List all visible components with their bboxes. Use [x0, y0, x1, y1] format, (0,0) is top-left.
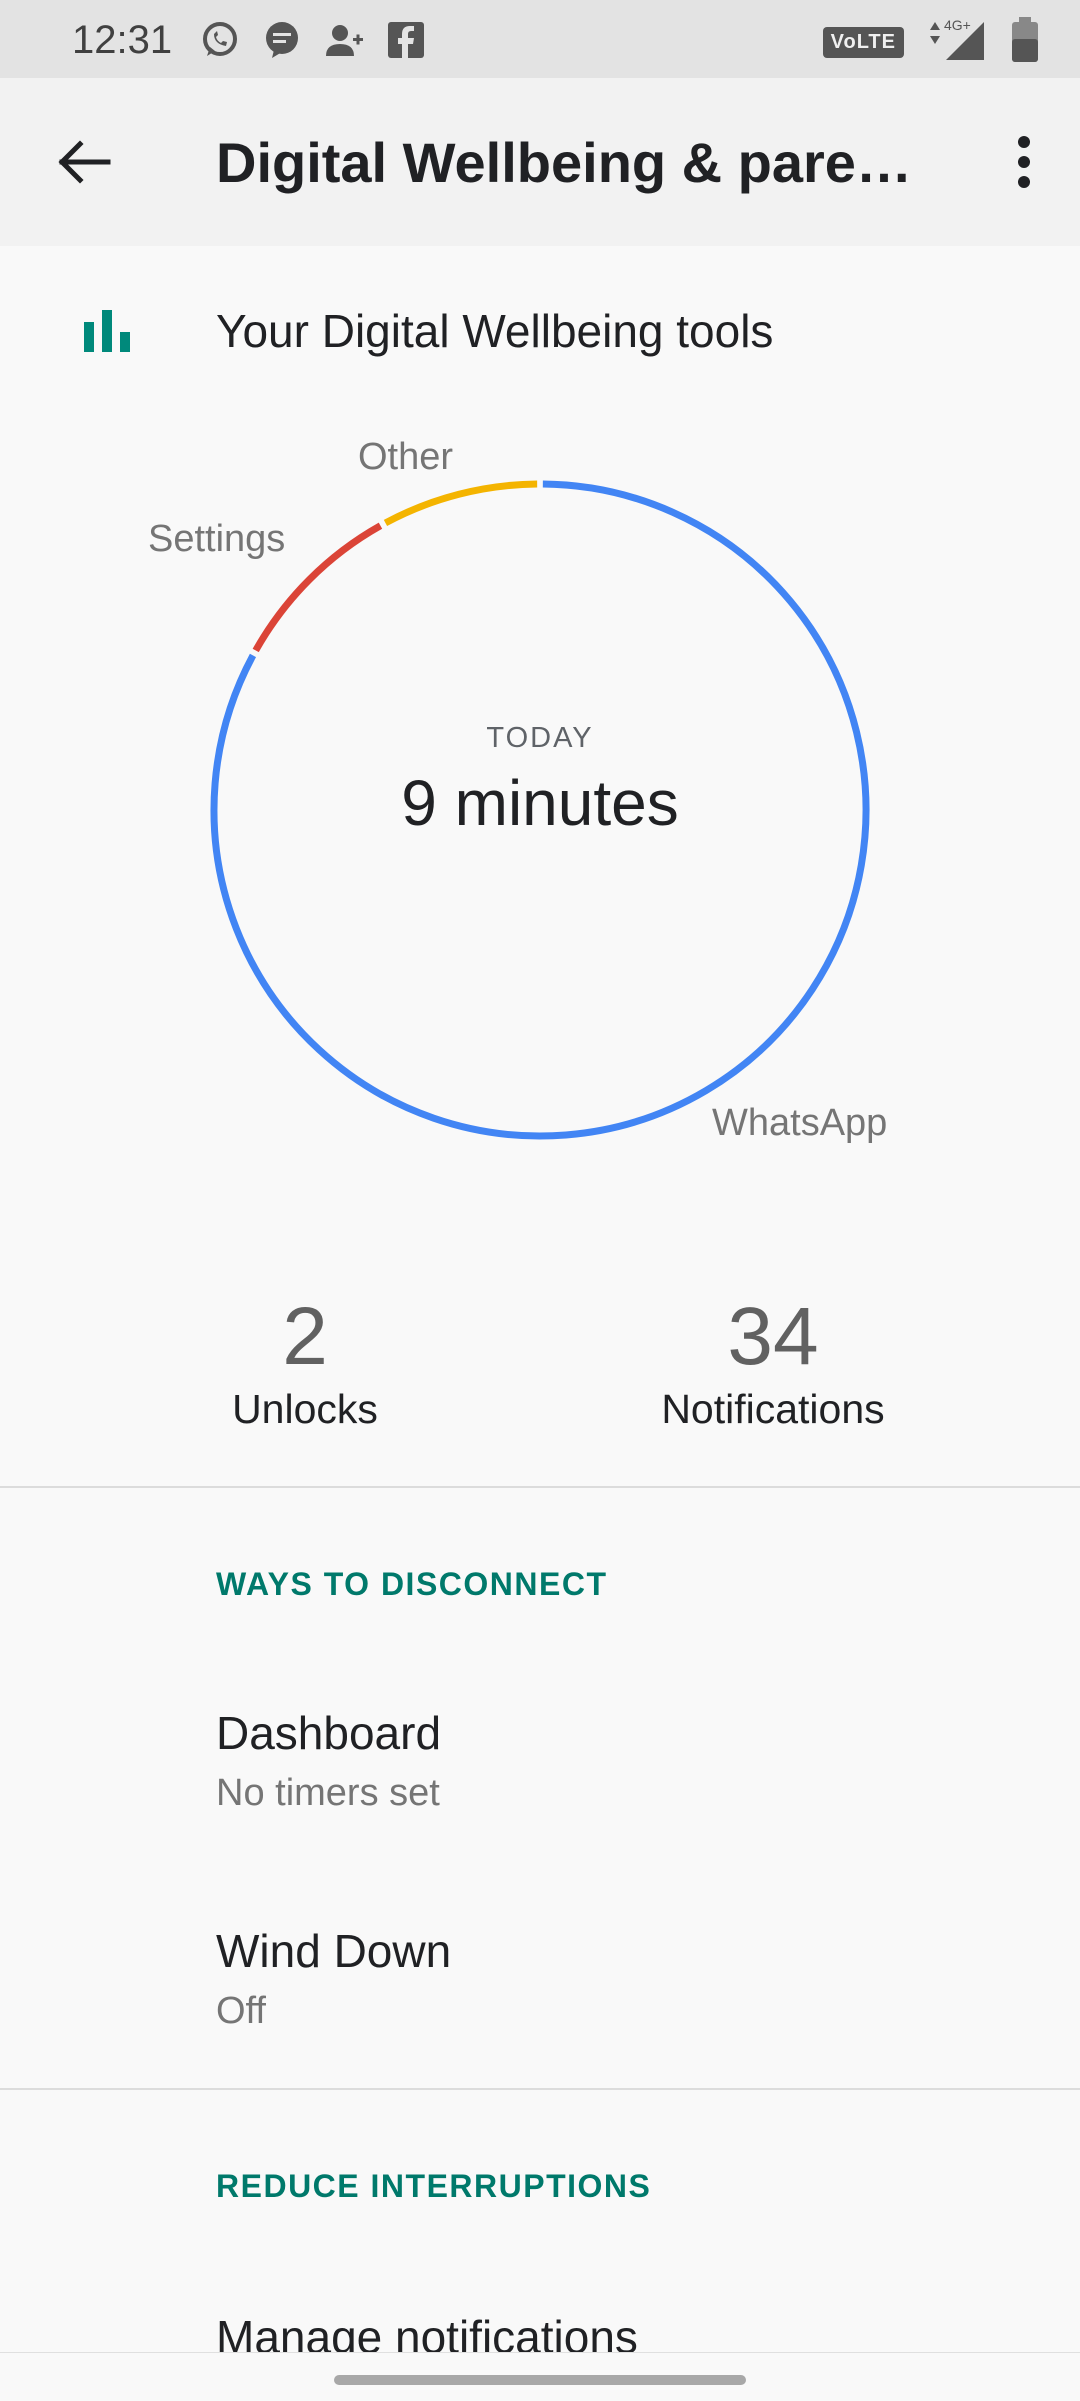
unlocks-stat[interactable]: 2 Unlocks [105, 1290, 505, 1433]
wellbeing-tools-header: Your Digital Wellbeing tools [0, 280, 1080, 380]
page-title: Digital Wellbeing & paren… [216, 131, 936, 194]
screen-time-total: 9 minutes [401, 767, 679, 839]
notifications-label: Notifications [661, 1386, 885, 1432]
section-header-reduce-interruptions: REDUCE INTERRUPTIONS [216, 2168, 652, 2204]
today-caption: TODAY [486, 722, 594, 754]
bar-chart-icon [84, 310, 130, 357]
dashboard-subtitle: No timers set [216, 1772, 440, 1814]
more-vert-icon [1018, 136, 1030, 188]
dashboard-item[interactable]: Dashboard No timers set [0, 1706, 1080, 1906]
navigation-bar [0, 2352, 1080, 2401]
slice-label-other: Other [358, 436, 454, 478]
network-type: 4G+ [944, 17, 971, 33]
dashboard-title: Dashboard [216, 1707, 442, 1759]
whatsapp-icon [200, 20, 240, 60]
tools-label: Your Digital Wellbeing tools [216, 305, 774, 357]
wind-down-item[interactable]: Wind Down Off [0, 1924, 1080, 2124]
facebook-icon [386, 20, 426, 60]
usage-chart[interactable]: Other Settings WhatsApp TODAY 9 minutes [0, 420, 1080, 1220]
battery-icon [1010, 17, 1040, 68]
notifications-stat[interactable]: 34 Notifications [573, 1290, 973, 1433]
manage-notifications-title: Manage notifications [216, 2311, 638, 2352]
status-bar: 12:31 VoLTE 4G+ [0, 0, 1080, 78]
app-bar: Digital Wellbeing & paren… [0, 78, 1080, 246]
donut-slice-other[interactable] [383, 480, 538, 527]
back-button[interactable] [40, 126, 128, 198]
unlocks-count: 2 [282, 1291, 328, 1382]
manage-notifications-item[interactable]: Manage notifications [0, 2310, 1080, 2352]
notifications-count: 34 [727, 1291, 819, 1382]
volte-badge: VoLTE [822, 27, 904, 58]
status-indicators: VoLTE 4G+ [822, 16, 1040, 69]
divider [0, 2088, 1080, 2090]
section-header-ways-to-disconnect: WAYS TO DISCONNECT [216, 1566, 608, 1602]
wind-down-title: Wind Down [216, 1925, 452, 1977]
home-gesture-handle[interactable] [334, 2375, 746, 2385]
add-person-icon [324, 20, 364, 60]
notification-icons [200, 20, 426, 60]
more-options-button[interactable] [992, 126, 1056, 198]
status-time: 12:31 [72, 18, 173, 62]
divider [0, 1486, 1080, 1488]
signal-icon: 4G+ [922, 16, 992, 69]
arrow-back-icon [58, 140, 111, 184]
slice-label-whatsapp: WhatsApp [712, 1102, 888, 1144]
message-icon [262, 20, 302, 60]
wind-down-subtitle: Off [216, 1990, 266, 2032]
unlocks-label: Unlocks [232, 1386, 378, 1432]
slice-label-settings: Settings [148, 518, 286, 560]
